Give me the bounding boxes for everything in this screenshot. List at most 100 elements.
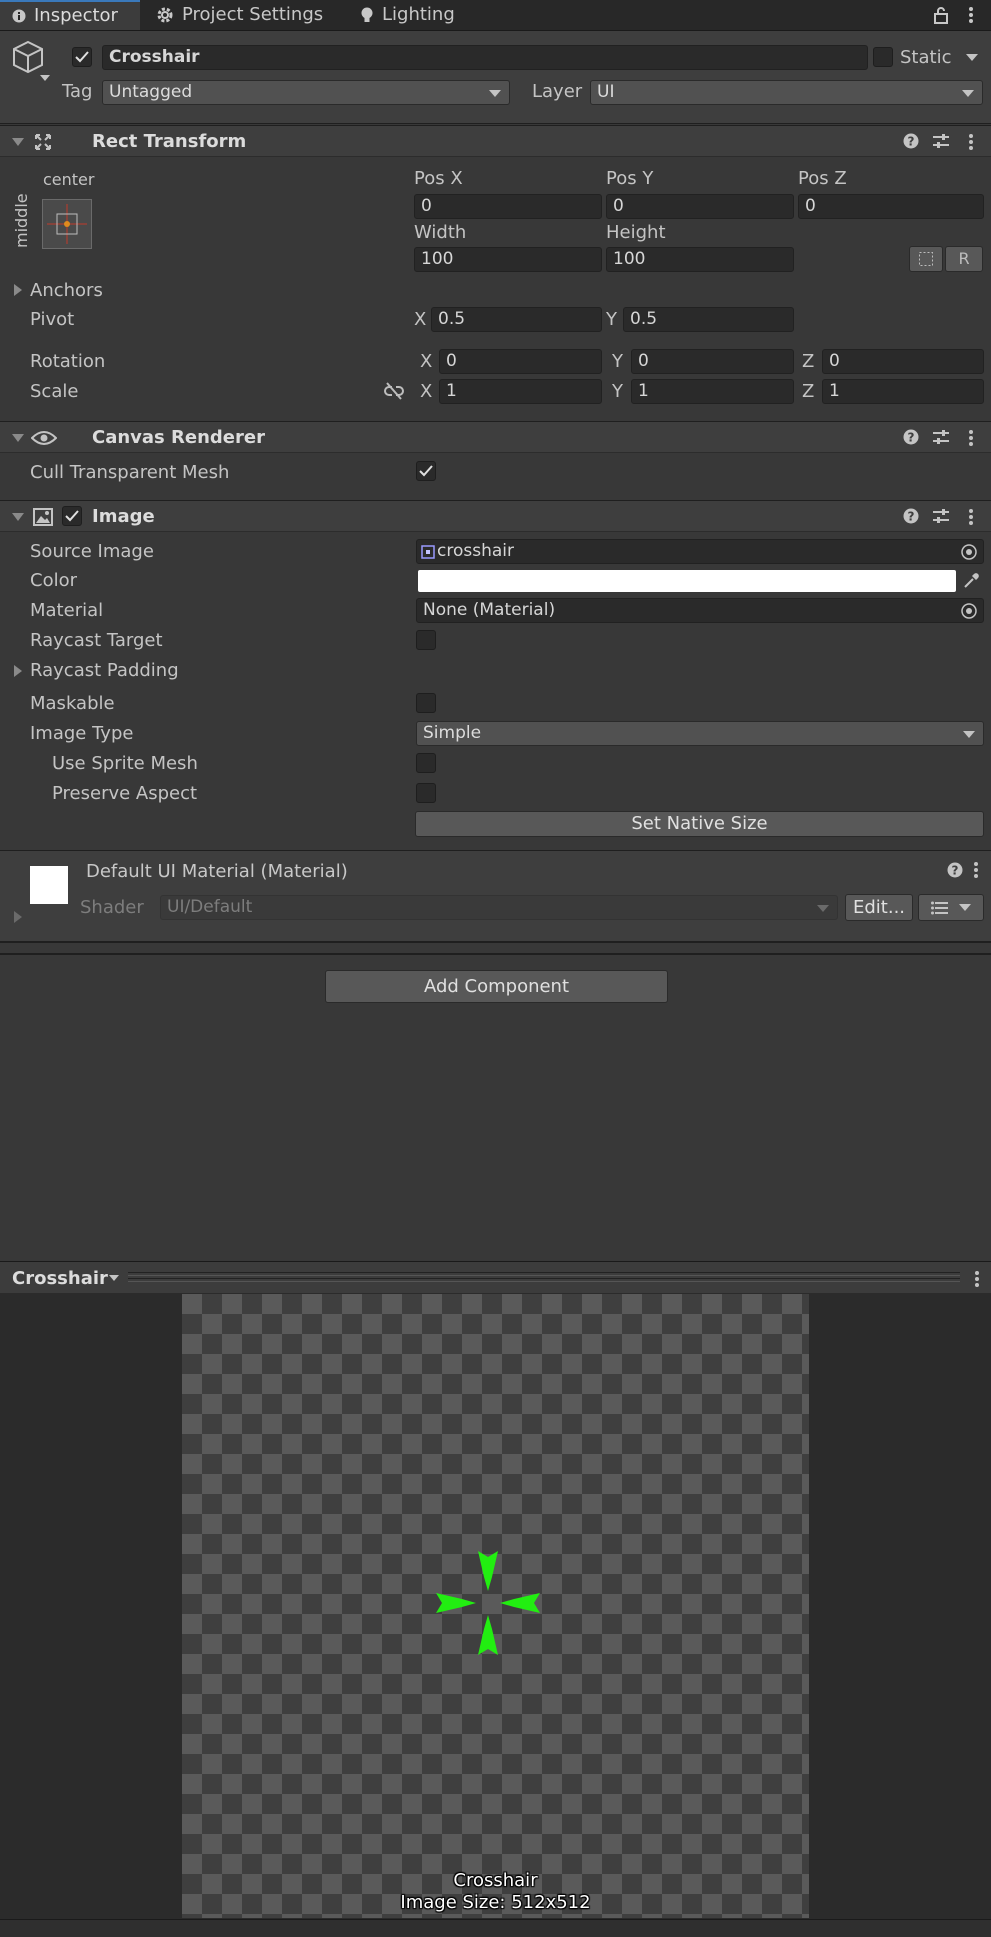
rotation-y-letter: Y bbox=[612, 351, 623, 372]
material-field[interactable]: None (Material) bbox=[416, 598, 984, 623]
tag-dropdown[interactable]: Untagged bbox=[102, 80, 510, 105]
icon-dropdown-arrow-icon[interactable] bbox=[40, 75, 50, 81]
tab-inspector[interactable]: Inspector bbox=[0, 0, 140, 30]
scale-label: Scale bbox=[30, 381, 79, 402]
anchors-label[interactable]: Anchors bbox=[30, 282, 103, 300]
scale-z-input[interactable]: 1 bbox=[822, 379, 984, 404]
component-menu-icon[interactable] bbox=[968, 507, 974, 532]
raw-edit-button[interactable]: R bbox=[945, 246, 983, 272]
image-header[interactable]: Image ? bbox=[0, 500, 991, 532]
pivot-y-input[interactable]: 0.5 bbox=[623, 307, 794, 332]
height-input[interactable]: 100 bbox=[606, 247, 794, 272]
component-menu-icon[interactable] bbox=[968, 132, 974, 157]
material-thumbnail bbox=[30, 866, 68, 904]
foldout-arrow-icon[interactable] bbox=[12, 138, 24, 146]
preview-menu-icon[interactable] bbox=[974, 1269, 980, 1294]
tab-label: Inspector bbox=[34, 5, 118, 26]
rotation-x-letter: X bbox=[420, 351, 433, 372]
color-field[interactable] bbox=[418, 570, 956, 592]
rotation-x-input[interactable]: 0 bbox=[439, 349, 602, 374]
edit-shader-button[interactable]: Edit... bbox=[845, 894, 913, 921]
preview-drag-handle-lower[interactable] bbox=[128, 1278, 960, 1282]
component-menu-icon[interactable] bbox=[968, 428, 974, 453]
rotation-z-input[interactable]: 0 bbox=[822, 349, 984, 374]
anchors-foldout-icon[interactable] bbox=[14, 284, 22, 296]
lock-icon[interactable] bbox=[933, 6, 949, 29]
presets-icon[interactable] bbox=[932, 429, 950, 450]
static-label: Static bbox=[900, 47, 952, 68]
rect-transform-header[interactable]: Rect Transform ? bbox=[0, 125, 991, 157]
image-enabled-checkbox[interactable] bbox=[62, 506, 82, 526]
chevron-down-icon bbox=[817, 904, 829, 912]
unlinked-scale-icon[interactable] bbox=[384, 382, 404, 405]
preview-drag-handle[interactable] bbox=[128, 1272, 960, 1276]
preview-dropdown-icon[interactable] bbox=[109, 1275, 119, 1281]
pos-z-value: 0 bbox=[805, 196, 816, 216]
gameobject-name-input[interactable]: Crosshair bbox=[102, 45, 868, 70]
material-menu-icon[interactable] bbox=[973, 860, 979, 885]
raw-edit-label: R bbox=[958, 249, 970, 268]
preview-toolbar: Crosshair bbox=[0, 1261, 991, 1295]
source-image-field[interactable]: crosshair bbox=[416, 539, 984, 564]
object-picker-icon[interactable] bbox=[960, 602, 978, 625]
tag-label: Tag bbox=[62, 81, 93, 102]
pos-z-input[interactable]: 0 bbox=[798, 194, 984, 219]
help-icon[interactable]: ? bbox=[903, 508, 919, 529]
preview-title[interactable]: Crosshair bbox=[12, 1270, 108, 1288]
pivot-label: Pivot bbox=[30, 309, 75, 330]
presets-icon[interactable] bbox=[932, 508, 950, 529]
anchor-preset-button[interactable] bbox=[42, 199, 92, 249]
shader-options-button[interactable] bbox=[918, 894, 984, 921]
set-native-size-button[interactable]: Set Native Size bbox=[415, 811, 984, 837]
help-icon[interactable]: ? bbox=[947, 862, 963, 883]
pivot-y-value: 0.5 bbox=[630, 309, 658, 329]
maskable-label: Maskable bbox=[30, 693, 115, 714]
add-component-button[interactable]: Add Component bbox=[325, 970, 668, 1003]
svg-text:?: ? bbox=[952, 864, 959, 878]
help-icon[interactable]: ? bbox=[903, 133, 919, 154]
tab-project-settings[interactable]: Project Settings bbox=[144, 0, 344, 30]
scale-y-input[interactable]: 1 bbox=[631, 379, 794, 404]
raycast-padding-label[interactable]: Raycast Padding bbox=[30, 662, 179, 680]
foldout-arrow-icon[interactable] bbox=[12, 513, 24, 521]
canvas-renderer-header[interactable]: Canvas Renderer ? bbox=[0, 421, 991, 453]
static-dropdown-arrow-icon[interactable] bbox=[966, 54, 978, 61]
gameobject-name-text: Crosshair bbox=[109, 47, 200, 67]
pos-z-label: Pos Z bbox=[798, 168, 847, 189]
object-picker-icon[interactable] bbox=[960, 543, 978, 566]
eye-icon bbox=[30, 430, 58, 451]
width-input[interactable]: 100 bbox=[414, 247, 602, 272]
material-foldout-icon[interactable] bbox=[14, 911, 22, 923]
pivot-x-input[interactable]: 0.5 bbox=[431, 307, 602, 332]
sprite-icon bbox=[421, 544, 435, 559]
raycast-target-checkbox[interactable] bbox=[416, 630, 436, 650]
static-checkbox[interactable] bbox=[873, 47, 893, 67]
presets-icon[interactable] bbox=[932, 133, 950, 154]
layer-dropdown[interactable]: UI bbox=[590, 80, 983, 105]
svg-text:?: ? bbox=[908, 431, 915, 445]
blueprint-mode-button[interactable] bbox=[909, 246, 943, 272]
info-icon bbox=[12, 9, 26, 23]
raycast-padding-foldout-icon[interactable] bbox=[14, 665, 22, 677]
source-image-value: crosshair bbox=[437, 541, 514, 561]
canvas-renderer-title: Canvas Renderer bbox=[92, 427, 265, 448]
tab-lighting[interactable]: Lighting bbox=[348, 0, 478, 30]
width-label: Width bbox=[414, 222, 467, 243]
use-sprite-mesh-checkbox[interactable] bbox=[416, 753, 436, 773]
preserve-aspect-checkbox[interactable] bbox=[416, 783, 436, 803]
pos-y-input[interactable]: 0 bbox=[606, 194, 794, 219]
help-icon[interactable]: ? bbox=[903, 429, 919, 450]
rotation-y-input[interactable]: 0 bbox=[631, 349, 794, 374]
scale-x-input[interactable]: 1 bbox=[439, 379, 602, 404]
cull-transparent-checkbox[interactable] bbox=[416, 461, 436, 481]
more-menu-icon[interactable] bbox=[968, 5, 974, 30]
foldout-arrow-icon[interactable] bbox=[12, 434, 24, 442]
eyedropper-icon[interactable] bbox=[962, 572, 980, 595]
shader-dropdown[interactable]: UI/Default bbox=[160, 895, 838, 920]
active-checkbox[interactable] bbox=[72, 47, 92, 67]
image-type-dropdown[interactable]: Simple bbox=[416, 721, 984, 746]
gameobject-header: Crosshair Static Tag Untagged Layer UI bbox=[0, 31, 991, 124]
preview-image-name: Crosshair bbox=[453, 1870, 538, 1891]
maskable-checkbox[interactable] bbox=[416, 693, 436, 713]
pos-x-input[interactable]: 0 bbox=[414, 194, 602, 219]
